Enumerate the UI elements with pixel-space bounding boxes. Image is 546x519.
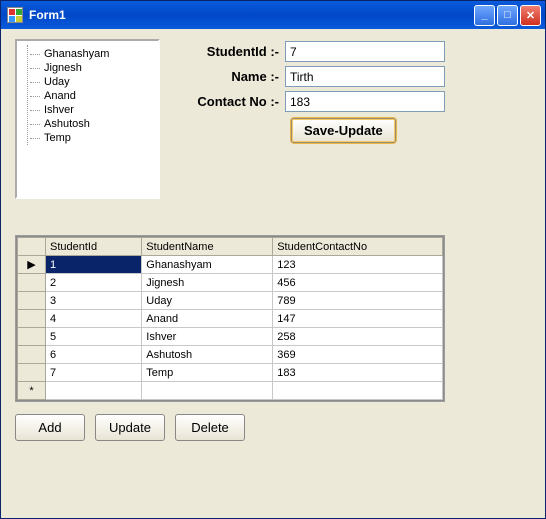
tree-node[interactable]: Ishver [28,103,156,117]
cell-studentname[interactable]: Ghanashyam [142,256,273,274]
table-row-new[interactable]: * [18,382,443,400]
studentid-label: StudentId :- [170,44,285,59]
cell-studentname[interactable]: Uday [142,292,273,310]
app-icon [7,7,23,23]
cell-contact[interactable]: 123 [273,256,443,274]
cell-studentid[interactable]: 7 [46,364,142,382]
col-header-contact[interactable]: StudentContactNo [273,238,443,256]
name-input[interactable] [285,66,445,87]
cell-empty[interactable] [46,382,142,400]
table-row[interactable]: 7Temp183 [18,364,443,382]
cell-empty[interactable] [273,382,443,400]
client-area: GhanashyamJigneshUdayAnandIshverAshutosh… [1,29,545,518]
titlebar[interactable]: Form1 _ □ ✕ [1,1,545,29]
table-row[interactable]: 2Jignesh456 [18,274,443,292]
table-row[interactable]: 5Ishver258 [18,328,443,346]
cell-empty[interactable] [142,382,273,400]
table-row[interactable]: ▶1Ghanashyam123 [18,256,443,274]
cell-contact[interactable]: 456 [273,274,443,292]
save-update-button[interactable]: Save-Update [291,118,396,143]
top-panel: GhanashyamJigneshUdayAnandIshverAshutosh… [15,39,531,199]
action-buttons: Add Update Delete [15,414,531,441]
student-treeview[interactable]: GhanashyamJigneshUdayAnandIshverAshutosh… [15,39,160,199]
app-window: Form1 _ □ ✕ GhanashyamJigneshUdayAnandIs… [0,0,546,519]
row-header[interactable] [18,346,46,364]
cell-studentid[interactable]: 1 [46,256,142,274]
cell-studentname[interactable]: Anand [142,310,273,328]
cell-studentid[interactable]: 5 [46,328,142,346]
tree-node[interactable]: Temp [28,131,156,145]
cell-studentid[interactable]: 4 [46,310,142,328]
table-row[interactable]: 4Anand147 [18,310,443,328]
row-header-new[interactable]: * [18,382,46,400]
contact-input[interactable] [285,91,445,112]
maximize-button[interactable]: □ [497,5,518,26]
cell-studentname[interactable]: Ishver [142,328,273,346]
update-button[interactable]: Update [95,414,165,441]
col-header-studentname[interactable]: StudentName [142,238,273,256]
studentid-input[interactable] [285,41,445,62]
cell-studentid[interactable]: 3 [46,292,142,310]
cell-studentname[interactable]: Temp [142,364,273,382]
close-button[interactable]: ✕ [520,5,541,26]
cell-contact[interactable]: 147 [273,310,443,328]
window-title: Form1 [29,8,468,22]
cell-contact[interactable]: 183 [273,364,443,382]
tree-node[interactable]: Uday [28,75,156,89]
col-header-studentid[interactable]: StudentId [46,238,142,256]
tree-node[interactable]: Ashutosh [28,117,156,131]
tree-node[interactable]: Ghanashyam [28,47,156,61]
grid-corner[interactable] [18,238,46,256]
window-controls: _ □ ✕ [474,5,541,26]
delete-button[interactable]: Delete [175,414,245,441]
row-header[interactable] [18,328,46,346]
cell-contact[interactable]: 789 [273,292,443,310]
row-header[interactable] [18,292,46,310]
minimize-button[interactable]: _ [474,5,495,26]
datagrid-wrapper: StudentId StudentName StudentContactNo ▶… [15,235,445,402]
cell-contact[interactable]: 258 [273,328,443,346]
tree-node[interactable]: Anand [28,89,156,103]
contact-label: Contact No :- [170,94,285,109]
table-row[interactable]: 6Ashutosh369 [18,346,443,364]
row-header[interactable]: ▶ [18,256,46,274]
tree-node[interactable]: Jignesh [28,61,156,75]
cell-studentname[interactable]: Jignesh [142,274,273,292]
add-button[interactable]: Add [15,414,85,441]
name-label: Name :- [170,69,285,84]
table-row[interactable]: 3Uday789 [18,292,443,310]
cell-contact[interactable]: 369 [273,346,443,364]
student-datagrid[interactable]: StudentId StudentName StudentContactNo ▶… [17,237,443,400]
form-panel: StudentId :- Name :- Contact No :- Save-… [170,39,445,199]
cell-studentname[interactable]: Ashutosh [142,346,273,364]
cell-studentid[interactable]: 2 [46,274,142,292]
row-header[interactable] [18,274,46,292]
row-header[interactable] [18,364,46,382]
row-header[interactable] [18,310,46,328]
cell-studentid[interactable]: 6 [46,346,142,364]
